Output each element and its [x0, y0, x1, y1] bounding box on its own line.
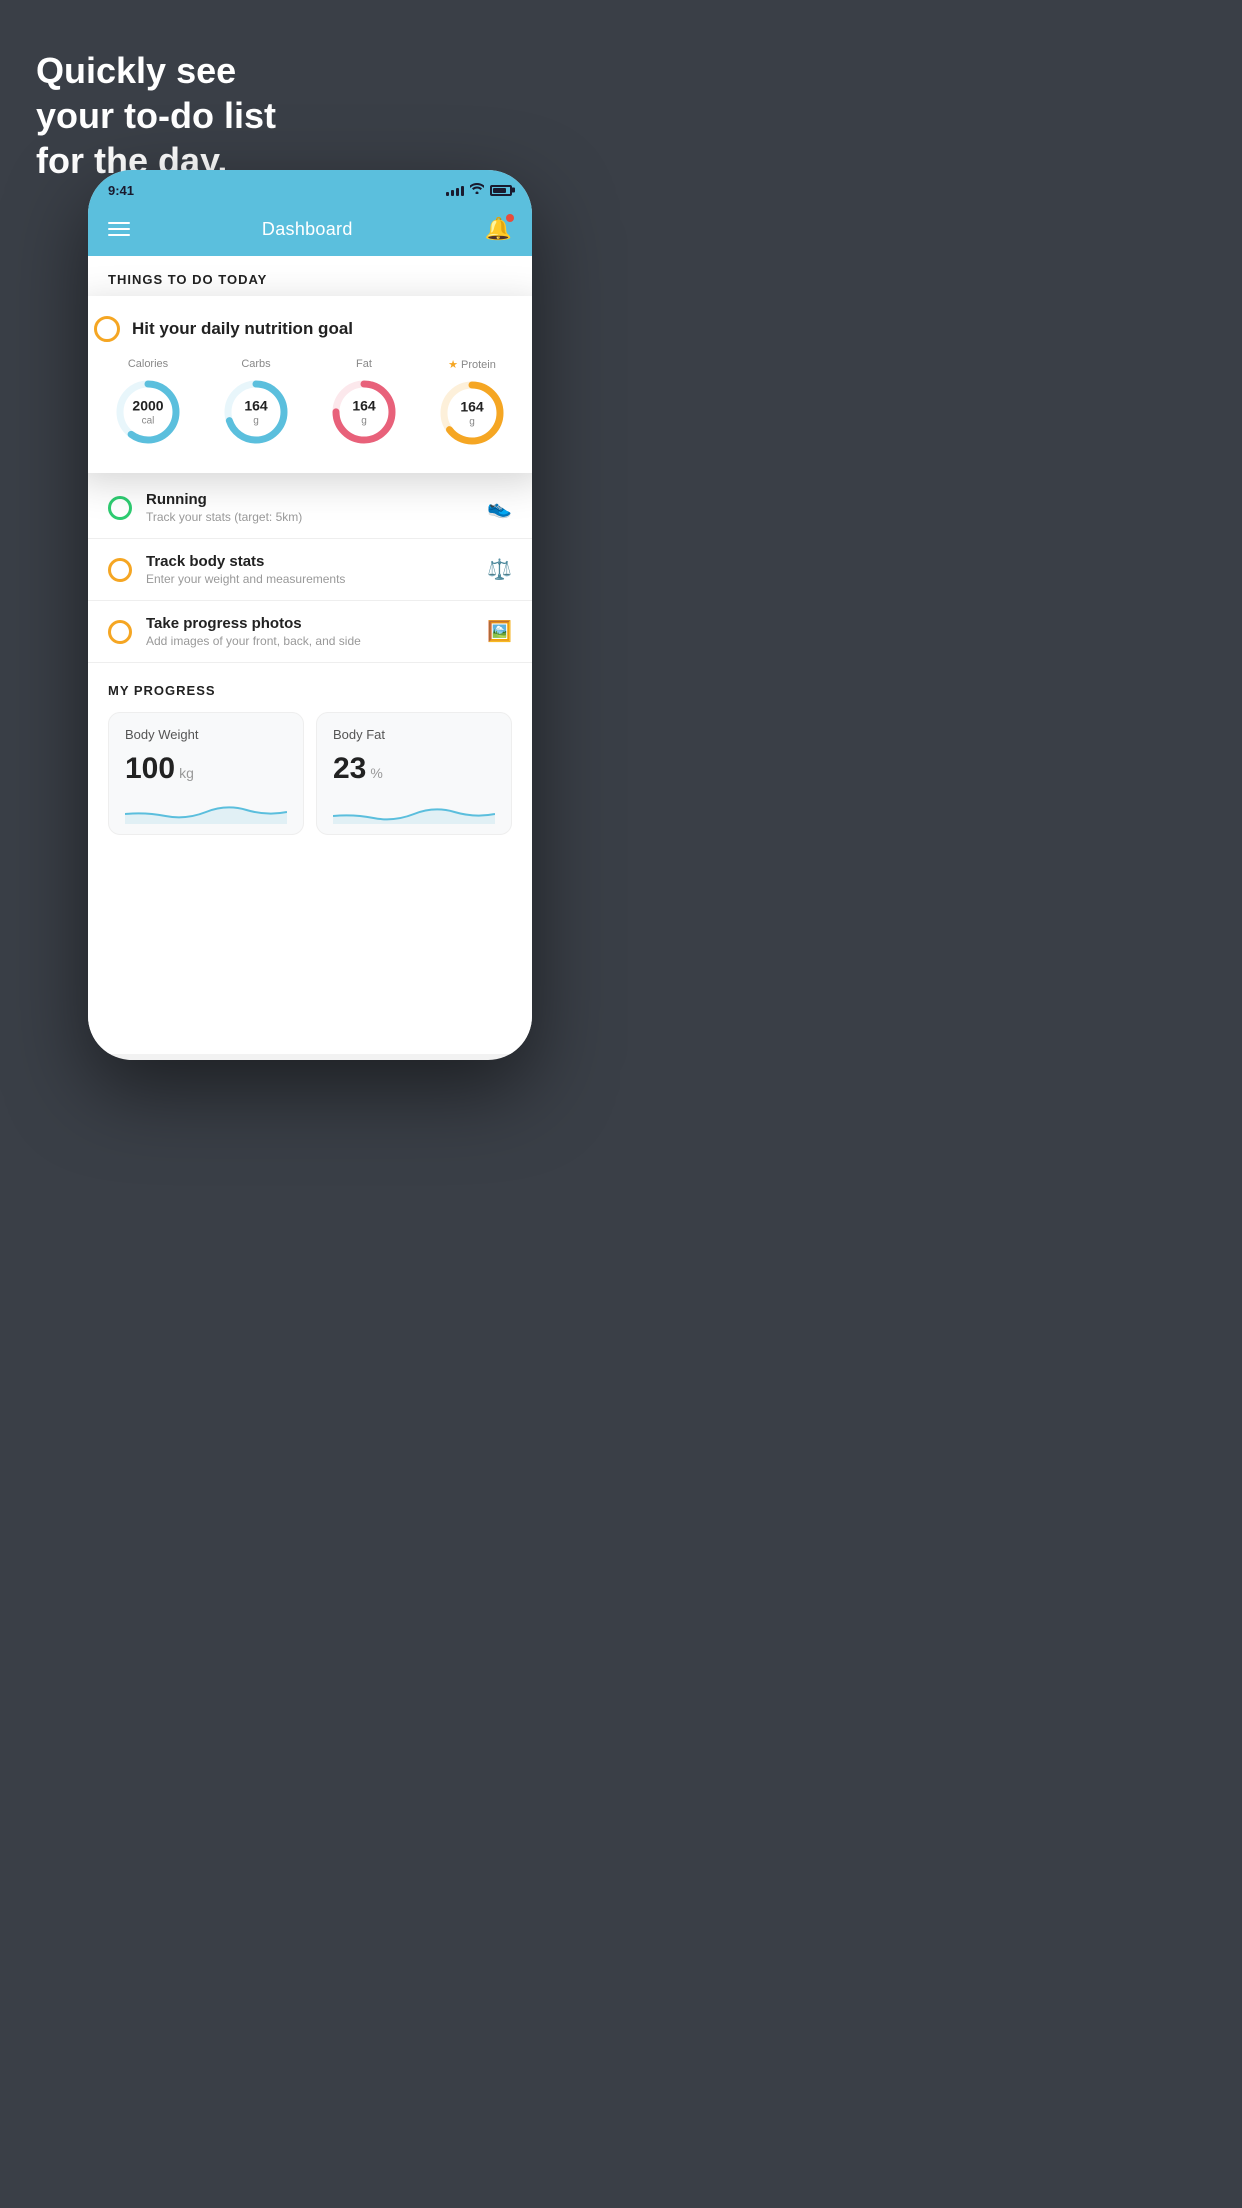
- fat-value: 164: [352, 397, 375, 413]
- bodystats-text: Track body stats Enter your weight and m…: [146, 553, 473, 586]
- signal-icon: [446, 184, 464, 196]
- scale-icon: ⚖️: [487, 557, 512, 582]
- todo-list: Running Track your stats (target: 5km) 👟…: [88, 477, 532, 663]
- bodystats-subtitle: Enter your weight and measurements: [146, 572, 473, 586]
- body-fat-unit: %: [370, 765, 382, 781]
- photo-icon: 🖼️: [487, 619, 512, 644]
- body-weight-value-row: 100 kg: [125, 752, 287, 786]
- running-text: Running Track your stats (target: 5km): [146, 491, 473, 524]
- progress-title: MY PROGRESS: [108, 683, 512, 698]
- photos-checkbox[interactable]: [108, 620, 132, 644]
- status-icons: [446, 183, 512, 197]
- todo-item-photos[interactable]: Take progress photos Add images of your …: [88, 601, 532, 663]
- headline-line1: Quickly see: [36, 50, 236, 91]
- card-radio[interactable]: [94, 316, 120, 342]
- body-weight-chart: [125, 794, 287, 824]
- menu-button[interactable]: [108, 222, 130, 236]
- progress-cards: Body Weight 100 kg Body Fat: [108, 712, 512, 835]
- progress-section: MY PROGRESS Body Weight 100 kg: [88, 663, 532, 845]
- nutrition-card: Hit your daily nutrition goal Calories 2…: [88, 296, 532, 473]
- calories-unit: cal: [132, 416, 163, 428]
- shoe-icon: 👟: [487, 495, 512, 520]
- section-header: THINGS TO DO TODAY: [88, 256, 532, 297]
- fat-label: Fat: [356, 358, 372, 370]
- todo-item-bodystats[interactable]: Track body stats Enter your weight and m…: [88, 539, 532, 601]
- protein-ring: 164 g: [436, 377, 508, 449]
- status-time: 9:41: [108, 183, 134, 198]
- notification-button[interactable]: 🔔: [485, 216, 512, 242]
- protein-unit: g: [460, 417, 483, 429]
- todo-item-running[interactable]: Running Track your stats (target: 5km) 👟: [88, 477, 532, 539]
- status-bar: 9:41: [88, 170, 532, 206]
- body-fat-chart: [333, 794, 495, 824]
- nutrition-calories: Calories 2000 cal: [112, 358, 184, 448]
- phone-mockup: 9:41 Dashboard 🔔: [88, 170, 532, 1060]
- fat-unit: g: [352, 416, 375, 428]
- battery-icon: [490, 185, 512, 196]
- nutrition-fat: Fat 164 g: [328, 358, 400, 448]
- wifi-icon: [470, 183, 484, 197]
- carbs-label: Carbs: [241, 358, 270, 370]
- carbs-value: 164: [244, 397, 267, 413]
- bodystats-checkbox[interactable]: [108, 558, 132, 582]
- body-weight-value: 100: [125, 752, 175, 786]
- calories-label: Calories: [128, 358, 168, 370]
- body-fat-value: 23: [333, 752, 366, 786]
- photos-title: Take progress photos: [146, 615, 473, 632]
- fat-ring: 164 g: [328, 376, 400, 448]
- body-fat-title: Body Fat: [333, 727, 495, 742]
- protein-label: ★ Protein: [448, 358, 496, 371]
- background-headline: Quickly see your to-do list for the day.: [36, 48, 276, 183]
- photos-subtitle: Add images of your front, back, and side: [146, 634, 473, 648]
- nav-title: Dashboard: [262, 219, 353, 240]
- photos-text: Take progress photos Add images of your …: [146, 615, 473, 648]
- running-title: Running: [146, 491, 473, 508]
- protein-value: 164: [460, 398, 483, 414]
- body-weight-unit: kg: [179, 765, 194, 781]
- nav-bar: Dashboard 🔔: [88, 206, 532, 256]
- body-fat-value-row: 23 %: [333, 752, 495, 786]
- running-checkbox[interactable]: [108, 496, 132, 520]
- notification-badge: [506, 214, 514, 222]
- card-header: Hit your daily nutrition goal: [94, 316, 526, 342]
- calories-ring: 2000 cal: [112, 376, 184, 448]
- body-weight-title: Body Weight: [125, 727, 287, 742]
- star-icon: ★: [448, 358, 458, 371]
- nutrition-protein: ★ Protein 164 g: [436, 358, 508, 449]
- carbs-unit: g: [244, 416, 267, 428]
- body-fat-card[interactable]: Body Fat 23 %: [316, 712, 512, 835]
- carbs-ring: 164 g: [220, 376, 292, 448]
- bodystats-title: Track body stats: [146, 553, 473, 570]
- running-subtitle: Track your stats (target: 5km): [146, 510, 473, 524]
- card-title: Hit your daily nutrition goal: [132, 319, 353, 339]
- calories-value: 2000: [132, 397, 163, 413]
- nutrition-grid: Calories 2000 cal Carbs: [94, 358, 526, 449]
- body-weight-card[interactable]: Body Weight 100 kg: [108, 712, 304, 835]
- phone-content: THINGS TO DO TODAY Hit your daily nutrit…: [88, 256, 532, 1054]
- headline-line2: your to-do list: [36, 95, 276, 136]
- nutrition-carbs: Carbs 164 g: [220, 358, 292, 448]
